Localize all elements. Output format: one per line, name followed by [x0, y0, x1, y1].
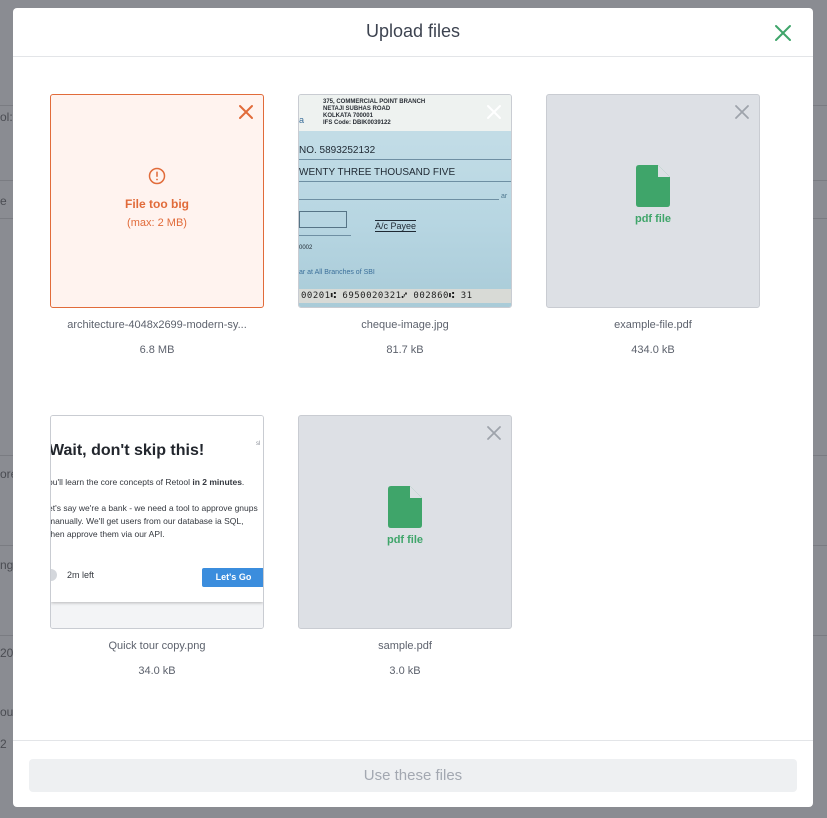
pdf-type-label: pdf file: [634, 213, 672, 225]
bg-text-fragment: 2: [0, 737, 7, 751]
file-icon: [388, 486, 422, 528]
tour-lets-go-button: Let's Go: [202, 568, 263, 587]
cheque-line: [299, 199, 499, 200]
cheque-edge-right: ar: [501, 193, 508, 200]
file-tile-error: File too big (max: 2 MB): [50, 94, 264, 308]
file-name: Quick tour copy.png: [108, 640, 206, 652]
cheque-code: 0002: [299, 245, 313, 251]
bg-text-fragment: e: [0, 194, 7, 208]
cheque-amount-words: WENTY THREE THOUSAND FIVE: [299, 167, 456, 178]
cheque-header-line: NETAJI SUBHAS ROAD: [323, 106, 391, 112]
tour-heading: Wait, don't skip this!: [50, 442, 205, 459]
alert-circle-icon: [148, 167, 166, 185]
file-name: sample.pdf: [378, 640, 432, 652]
remove-file-icon[interactable]: [733, 103, 751, 121]
file-name: architecture-4048x2699-modern-sy...: [67, 319, 247, 331]
close-icon[interactable]: [771, 21, 795, 45]
error-message: File too big (max: 2 MB): [51, 167, 263, 229]
file-icon: [636, 165, 670, 207]
cheque-micr: 00201⑆ 6950020321⑇ 002860⑆ 31: [299, 289, 511, 303]
cheque-line: [299, 235, 351, 236]
cheque-header-line: 375, COMMERCIAL POINT BRANCH: [323, 99, 426, 105]
cheque-bank-header: 375, COMMERCIAL POINT BRANCH NETAJI SUBH…: [323, 99, 425, 127]
cheque-branch-note: ar at All Branches of SBI: [299, 269, 375, 276]
remove-file-icon[interactable]: [485, 424, 503, 442]
cheque-amount-box: [299, 211, 347, 228]
file-size: 34.0 kB: [138, 665, 176, 677]
tour-timer: 2m left: [67, 570, 95, 580]
bg-text-fragment: ol:: [0, 110, 13, 124]
modal-footer: Use these files: [13, 740, 813, 807]
cheque-header-line: KOLKATA 700001: [323, 113, 373, 119]
tour-card: Wait, don't skip this! sl ou'll learn th…: [51, 416, 263, 602]
use-these-files-button[interactable]: Use these files: [29, 759, 797, 792]
tour-intro: ou'll learn the core concepts of Retool …: [50, 476, 263, 489]
tour-intro-text: ou'll learn the core concepts of Retool: [50, 477, 193, 487]
cheque-payee-mark: A/c Payee: [375, 220, 417, 232]
cheque-edge-letter: a: [299, 115, 305, 125]
file-size: 6.8 MB: [139, 344, 175, 356]
file-name: cheque-image.jpg: [361, 319, 449, 331]
pdf-placeholder: pdf file: [547, 165, 759, 225]
error-detail: (max: 2 MB): [127, 217, 187, 229]
image-preview-quick-tour: Wait, don't skip this! sl ou'll learn th…: [51, 416, 263, 628]
bg-text-fragment: ore: [0, 467, 14, 481]
pdf-placeholder: pdf file: [299, 486, 511, 546]
file-size: 3.0 kB: [389, 665, 421, 677]
file-tile-pdf: pdf file: [546, 94, 760, 308]
modal-title: Upload files: [365, 21, 461, 41]
modal-header: Upload files: [13, 8, 813, 57]
tour-intro-bold: in 2 minutes: [192, 477, 242, 487]
remove-file-icon[interactable]: [485, 103, 503, 121]
bg-text-fragment: 20: [0, 646, 14, 660]
cheque-account-no: NO. 5893252132: [299, 145, 376, 156]
bg-text-fragment: ou: [0, 705, 14, 719]
tour-timer-dot: [51, 569, 57, 581]
file-size: 81.7 kB: [386, 344, 424, 356]
pdf-type-label: pdf file: [386, 534, 424, 546]
error-title: File too big: [125, 197, 189, 211]
bg-text-fragment: ng: [0, 558, 14, 572]
remove-file-icon[interactable]: [237, 424, 255, 442]
file-tile-image: Wait, don't skip this! sl ou'll learn th…: [50, 415, 264, 629]
cheque-header-line: IFS Code: DBIK0039122: [323, 120, 391, 126]
tour-corner-text: sl: [256, 441, 261, 447]
file-tile-pdf: pdf file: [298, 415, 512, 629]
tour-intro-end: .: [241, 477, 245, 487]
upload-files-modal: Upload files File too big (max: 2 MB) ar…: [13, 8, 813, 807]
file-size: 434.0 kB: [631, 344, 675, 356]
remove-file-icon[interactable]: [237, 103, 255, 121]
tour-paragraph: et's say we're a bank - we need a tool t…: [50, 503, 258, 539]
file-name: example-file.pdf: [614, 319, 692, 331]
cheque-line: [299, 159, 511, 160]
image-preview-cheque: 375, COMMERCIAL POINT BRANCH NETAJI SUBH…: [299, 95, 511, 307]
file-tile-image: 375, COMMERCIAL POINT BRANCH NETAJI SUBH…: [298, 94, 512, 308]
cheque-line: [299, 181, 511, 182]
